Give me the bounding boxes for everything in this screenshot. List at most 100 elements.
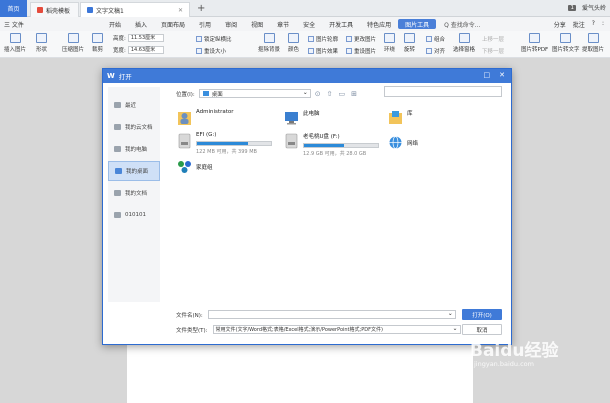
baidu-watermark: Baidu经验 — [470, 341, 559, 361]
sidebar-item-documents[interactable]: 我的文档 — [108, 183, 160, 203]
menu-picture-tools[interactable]: 图片工具 — [398, 19, 437, 29]
filename-row: 文件名(N): ⌄ — [176, 310, 456, 319]
chevron-down-icon: ⌄ — [447, 310, 453, 317]
ribbon: 插入图片 形状 压缩图片 裁剪 高度: 11.53厘米 宽度: 14.63厘米 锁定… — [0, 31, 610, 58]
chevron-down-icon: ⌄ — [302, 89, 308, 96]
menu-review[interactable]: 审阅 — [218, 20, 244, 29]
reset-picture-button[interactable]: 重设图片 — [346, 47, 376, 55]
wrap-button[interactable]: 环绕 — [384, 33, 395, 53]
sidebar-item-cloud[interactable]: 我的云文档 — [108, 117, 160, 137]
maximize-icon[interactable]: □ — [484, 71, 491, 79]
cancel-button[interactable]: 取消 — [462, 324, 502, 335]
outline-icon — [308, 36, 314, 42]
user-name[interactable]: 爱气头岭 — [582, 3, 606, 12]
new-tab-icon[interactable]: + — [197, 3, 205, 14]
menu-start[interactable]: 开始 — [102, 20, 128, 29]
library-folder-icon — [389, 111, 402, 124]
item-efi-drive[interactable]: EFI (G:) 122 MB 可用，共 399 MB — [177, 132, 272, 155]
combine-button[interactable]: 组合 — [426, 35, 445, 43]
open-button[interactable]: 打开(O) — [462, 309, 502, 320]
folder-icon — [114, 212, 121, 218]
select-pane-button[interactable]: 选择窗格 — [453, 33, 475, 53]
view-mode-icon[interactable]: ⊞ — [351, 90, 357, 98]
extract-button[interactable]: 提取图片 — [582, 33, 604, 53]
item-administrator[interactable]: Administrator — [177, 109, 234, 126]
close-icon[interactable]: ✕ — [499, 71, 505, 79]
nav-icons: ⊙ ⇧ ▭ ⊞ — [315, 90, 357, 98]
close-tab-icon[interactable]: ✕ — [178, 7, 183, 14]
select-pane-icon — [458, 33, 470, 43]
filetype-select[interactable]: 常用文件(文字/Word格式;表格/Excel格式;演示/PowerPoint格… — [212, 325, 461, 334]
width-input[interactable]: 14.63厘米 — [127, 46, 164, 54]
sidebar-item-computer[interactable]: 我的电脑 — [108, 139, 160, 159]
to-pdf-button[interactable]: 图片转PDF — [521, 33, 548, 53]
chevron-down-icon: ⌄ — [452, 325, 458, 332]
filetype-row: 文件类型(T): 常用文件(文字/Word格式;表格/Excel格式;演示/Po… — [176, 325, 461, 334]
tab-templates-label: 稻壳模板 — [46, 7, 71, 15]
search-input[interactable] — [384, 86, 502, 97]
new-folder-icon[interactable]: ▭ — [339, 90, 346, 98]
menu-insert[interactable]: 插入 — [128, 20, 154, 29]
height-input[interactable]: 11.53厘米 — [127, 34, 164, 42]
network-icon — [389, 136, 402, 149]
dialog-titlebar: W 打开 — [103, 69, 511, 83]
item-library[interactable]: 库 — [388, 109, 413, 126]
menu-page-layout[interactable]: 页面布局 — [154, 20, 192, 29]
text-ocr-icon — [560, 33, 572, 43]
picture-effect-button[interactable]: 图片效果 — [308, 47, 338, 55]
to-text-button[interactable]: 图片转文字 — [552, 33, 580, 53]
command-search[interactable]: Q 查找命令... — [444, 20, 480, 29]
tab-document[interactable]: 文字文稿1 ✕ — [80, 2, 190, 17]
menu-references[interactable]: 引用 — [192, 20, 218, 29]
rotate-button[interactable]: 旋转 — [404, 33, 415, 53]
picture-outline-button[interactable]: 图片轮廓 — [308, 35, 338, 43]
move-down-button[interactable]: 下移一层 — [482, 47, 504, 55]
item-usb-drive[interactable]: 老毛桃U盘 (F:) 12.9 GB 可用，共 28.0 GB — [284, 132, 379, 157]
comment-button[interactable]: 批注 — [573, 20, 585, 29]
change-picture-button[interactable]: 更改图片 — [346, 35, 376, 43]
user-folder-icon — [178, 112, 191, 125]
item-homegroup[interactable]: 家庭组 — [177, 158, 213, 175]
up-folder-icon[interactable]: ⇧ — [327, 90, 333, 98]
sidebar-item-folder[interactable]: 010101 — [108, 205, 160, 225]
back-icon[interactable]: ⊙ — [315, 90, 321, 98]
help-button[interactable]: ? — [592, 20, 595, 29]
baidu-watermark-url: jingyan.baidu.com — [474, 360, 534, 368]
filename-label: 文件名(N): — [176, 312, 203, 319]
move-up-button[interactable]: 上移一层 — [482, 35, 504, 43]
menu-security[interactable]: 安全 — [296, 20, 322, 29]
menu-dev-tools[interactable]: 开发工具 — [322, 20, 360, 29]
tab-home[interactable]: 首页 — [0, 0, 27, 17]
menu-features[interactable]: 特色应用 — [360, 20, 398, 29]
filename-input[interactable]: ⌄ — [207, 310, 456, 319]
crop-button[interactable]: 裁剪 — [92, 33, 103, 53]
item-this-pc[interactable]: 此电脑 — [284, 109, 320, 126]
location-row: 位置(I): 桌面 ⌄ ⊙ ⇧ ▭ ⊞ — [176, 89, 357, 98]
more-button[interactable]: : — [602, 20, 604, 29]
width-control: 宽度: 14.63厘米 — [113, 46, 164, 54]
menu-view[interactable]: 视图 — [244, 20, 270, 29]
desktop-icon — [115, 168, 122, 174]
sidebar-item-recent[interactable]: 最近 — [108, 95, 160, 115]
effect-icon — [308, 48, 314, 54]
cutout-button[interactable]: 抠除背景 — [258, 33, 280, 53]
open-dialog: W 打开 □ ✕ 最近 我的云文档 我的电脑 我的桌面 我的文档 010101 … — [102, 68, 512, 345]
tab-templates[interactable]: 稻壳模板 — [30, 2, 79, 17]
menu-file[interactable]: 三 文件 — [0, 20, 30, 29]
align-button[interactable]: 对齐 — [426, 47, 445, 55]
shape-button[interactable]: 形状 — [36, 33, 47, 53]
lock-ratio-checkbox[interactable]: 锁定纵横比 — [196, 35, 232, 43]
insert-picture-button[interactable]: 插入图片 — [4, 33, 26, 53]
wrap-icon — [384, 33, 395, 43]
share-button[interactable]: 分享 — [554, 20, 566, 29]
item-network[interactable]: 网络 — [388, 134, 418, 151]
location-select[interactable]: 桌面 ⌄ — [198, 89, 311, 98]
change-picture-icon — [346, 36, 352, 42]
reset-size-button[interactable]: 重设大小 — [196, 47, 226, 55]
reset-size-icon — [196, 48, 202, 54]
menu-right: 分享 批注 ? : — [554, 20, 604, 29]
color-button[interactable]: 颜色 — [288, 33, 299, 53]
sidebar-item-desktop[interactable]: 我的桌面 — [108, 161, 160, 181]
compress-button[interactable]: 压缩图片 — [62, 33, 84, 53]
menu-chapter[interactable]: 章节 — [270, 20, 296, 29]
